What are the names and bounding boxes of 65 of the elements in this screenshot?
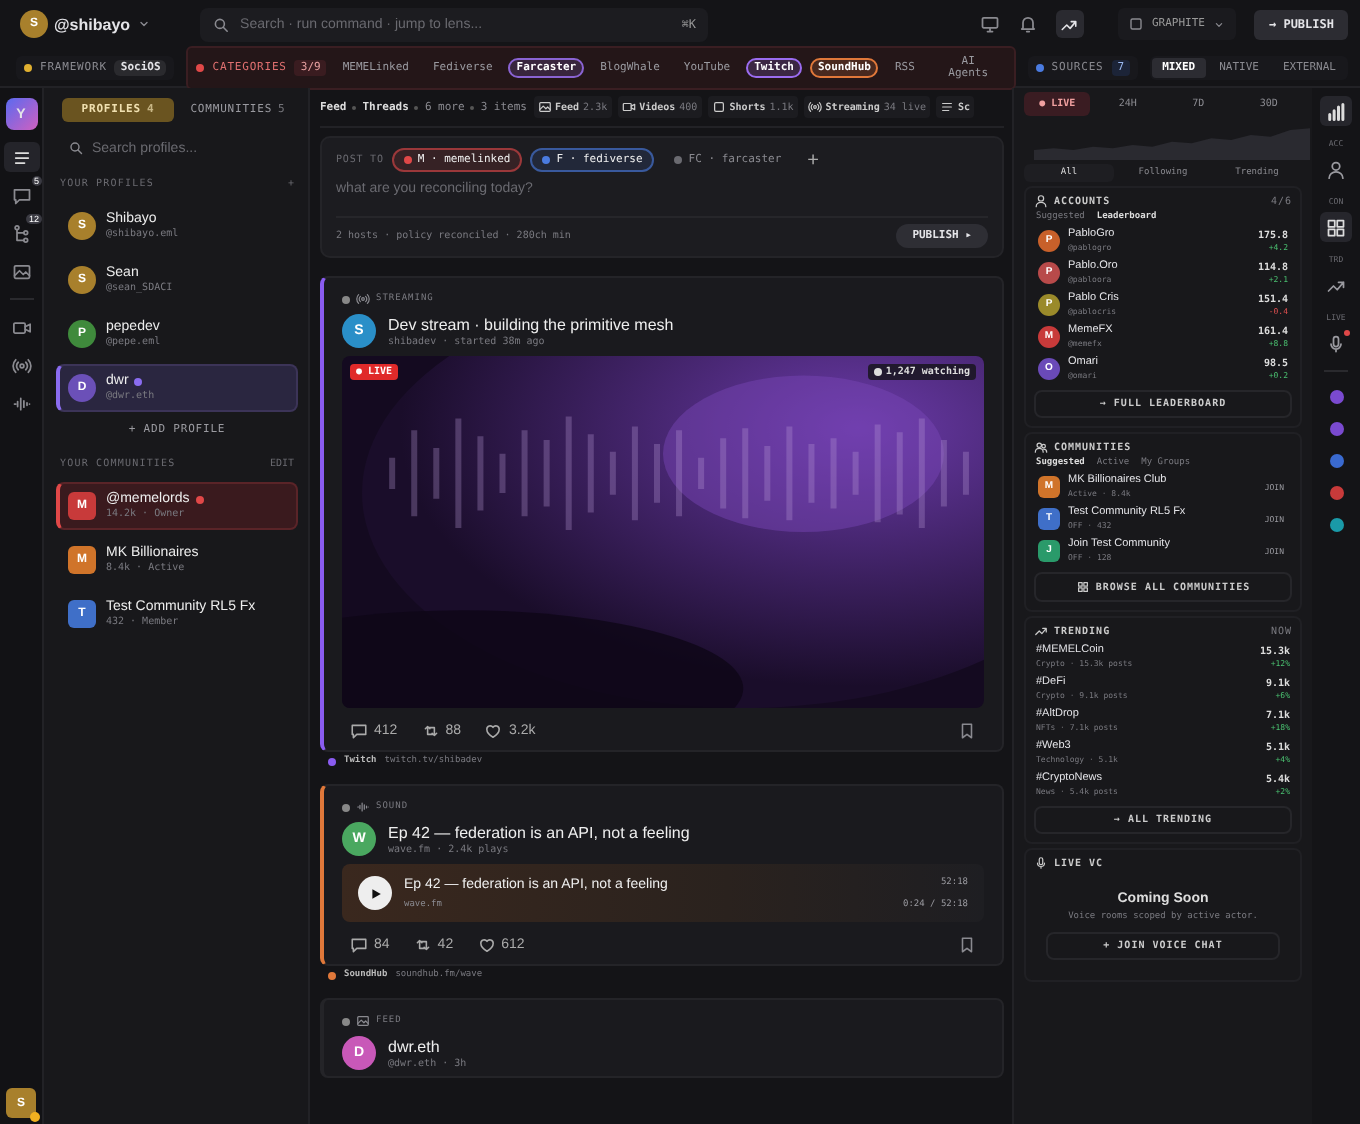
user-icon — [1034, 194, 1048, 208]
wave-icon — [356, 800, 370, 814]
bell-icon[interactable] — [1017, 14, 1038, 34]
status-dot — [328, 757, 336, 765]
waveform-icon — [11, 393, 31, 413]
bookmark-icon[interactable] — [958, 936, 976, 954]
caret-icon — [136, 16, 153, 32]
search-icon — [68, 140, 84, 156]
list-icon — [939, 100, 954, 114]
search-icon — [212, 15, 231, 33]
bar-chart-icon — [1326, 101, 1346, 121]
status-dot — [1035, 63, 1044, 71]
post-title: dwr.eth — [388, 1037, 442, 1055]
trend-button[interactable] — [1055, 10, 1084, 38]
people-icon — [1034, 440, 1048, 454]
video-icon — [621, 100, 636, 114]
alert-dot — [1344, 330, 1350, 336]
feed-icon — [537, 100, 551, 114]
status-dot — [24, 63, 32, 71]
user-icon — [1326, 159, 1346, 179]
mic-icon — [1034, 856, 1048, 870]
mic-icon — [1326, 333, 1346, 353]
square-icon — [1127, 16, 1144, 32]
channel-dot[interactable] — [1329, 454, 1343, 468]
chat-icon — [11, 185, 31, 205]
caret-icon — [1212, 17, 1227, 31]
chart-button[interactable] — [1320, 96, 1352, 126]
post-title: Dev stream · building the primitive mesh — [388, 315, 674, 333]
broadcast-icon — [11, 355, 31, 375]
video-icon — [11, 317, 31, 337]
bookmark-icon[interactable] — [958, 722, 976, 740]
status-dot — [328, 971, 336, 979]
repost-icon — [413, 936, 432, 954]
play-button[interactable] — [358, 876, 392, 910]
broadcast-icon — [807, 100, 822, 114]
image-icon — [11, 261, 31, 281]
comment-icon — [350, 722, 368, 740]
status-dot — [30, 1112, 40, 1122]
play-icon — [369, 887, 381, 899]
post-title: Ep 42 — federation is an API, not a feeling — [388, 823, 690, 841]
channel-dot[interactable] — [1329, 422, 1343, 436]
trend-icon — [1326, 275, 1346, 295]
add-button[interactable]: + — [801, 149, 825, 171]
heart-icon — [477, 936, 496, 954]
list-icon — [11, 147, 31, 167]
comment-icon — [350, 936, 368, 954]
status-dot — [342, 1017, 350, 1025]
grid-icon — [1075, 580, 1090, 594]
trend-icon — [1060, 15, 1079, 33]
image-icon — [356, 1014, 370, 1028]
status-dot — [342, 803, 350, 811]
broadcast-icon — [356, 292, 370, 306]
status-dot — [196, 63, 205, 71]
heart-icon — [484, 722, 503, 740]
monitor-icon[interactable] — [979, 14, 1000, 34]
repost-icon — [421, 722, 440, 740]
grid-icon — [1326, 217, 1346, 237]
tree-icon — [11, 223, 31, 243]
status-dot — [342, 295, 350, 303]
channel-dot[interactable] — [1329, 486, 1343, 500]
list-nav-button[interactable] — [3, 142, 39, 172]
channel-dot[interactable] — [1329, 518, 1343, 532]
grid-button[interactable] — [1320, 212, 1352, 242]
channel-dot[interactable] — [1329, 390, 1343, 404]
trend-icon — [1034, 624, 1048, 638]
